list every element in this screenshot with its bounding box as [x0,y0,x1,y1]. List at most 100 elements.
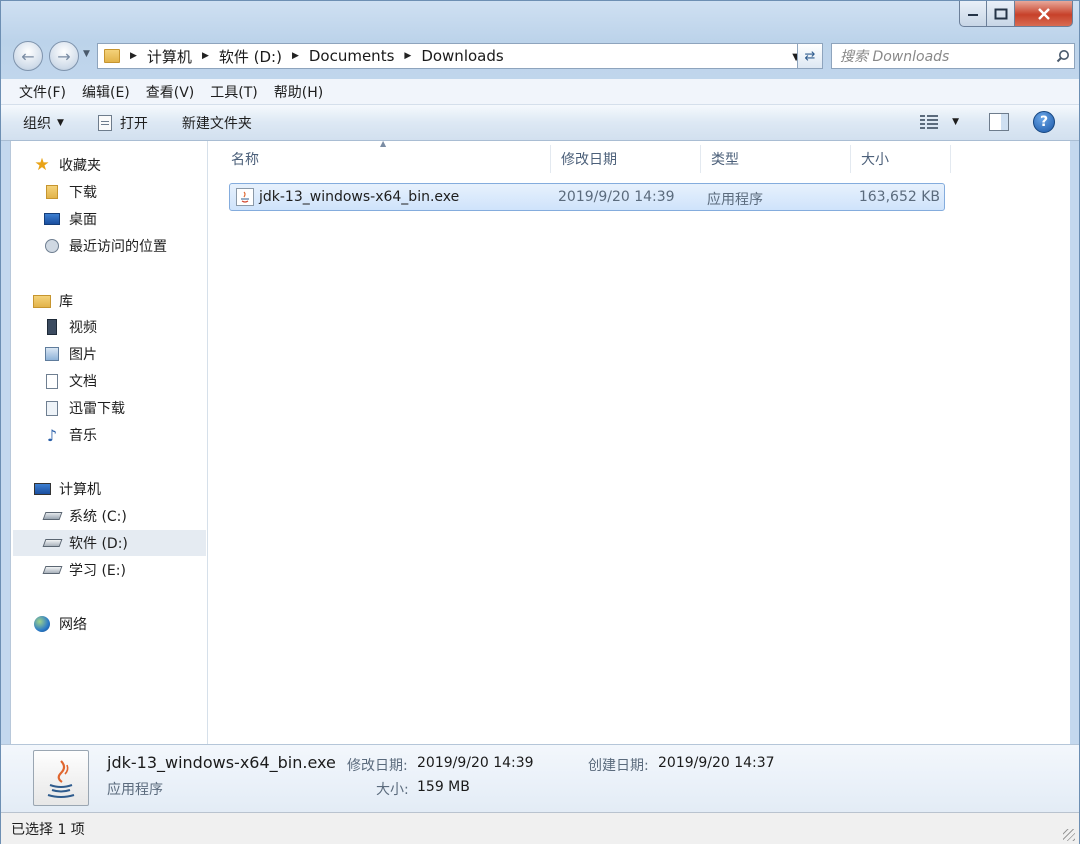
refresh-button[interactable]: ⇄ [797,43,823,69]
menu-help[interactable]: 帮助(H) [266,82,331,102]
sidebar-favorites[interactable]: ★ 收藏夹 [33,152,101,178]
column-label: 名称 [231,152,259,168]
sidebar-label: 软件 (D:) [69,536,128,552]
sidebar-item-pictures[interactable]: 图片 [43,341,97,367]
search-box[interactable]: 搜索 Downloads [831,43,1075,69]
sidebar-label: 网络 [59,617,87,633]
sidebar-label: 桌面 [69,212,97,228]
menu-bar: 文件(F) 编辑(E) 查看(V) 工具(T) 帮助(H) [1,79,1079,105]
sidebar-item-thunder-downloads[interactable]: 迅雷下载 [43,395,125,421]
breadcrumb-separator[interactable]: ▶ [404,51,411,61]
sidebar-item-desktop[interactable]: 桌面 [43,206,97,232]
sidebar-item-downloads[interactable]: 下载 [43,179,97,205]
column-label: 修改日期 [561,152,617,168]
sidebar-label: 计算机 [59,482,101,498]
open-label: 打开 [119,115,148,132]
file-type: 应用程序 [707,192,763,208]
breadcrumb-item[interactable]: Documents [309,47,395,65]
file-size: 163,652 KB [858,189,940,205]
sidebar-item-videos[interactable]: 视频 [43,314,97,340]
maximize-button[interactable] [987,1,1015,27]
organize-button[interactable]: 组织 ▼ [23,113,64,133]
sidebar-label: 视频 [69,320,97,336]
details-pane: jdk-13_windows-x64_bin.exe 应用程序 修改日期: 20… [1,744,1079,812]
view-dropdown-icon[interactable]: ▼ [952,117,959,127]
sidebar-label: 收藏夹 [59,158,101,174]
sidebar-label: 音乐 [69,428,97,444]
breadcrumb-separator[interactable]: ▶ [130,51,137,61]
column-label: 类型 [711,152,739,168]
minimize-icon [968,13,978,16]
details-created-value: 2019/9/20 14:37 [658,755,775,771]
breadcrumb-separator[interactable]: ▶ [292,51,299,61]
video-icon [43,319,61,335]
file-name: jdk-13_windows-x64_bin.exe [259,189,460,205]
sidebar-network[interactable]: 网络 [33,611,87,637]
file-row[interactable]: jdk-13_windows-x64_bin.exe 2019/9/20 14:… [229,183,945,211]
sidebar-label: 最近访问的位置 [69,239,167,255]
drive-icon [42,535,62,551]
sidebar-computer[interactable]: 计算机 [33,476,101,502]
details-modified-value: 2019/9/20 14:39 [417,755,534,771]
details-size-label: 大小: [376,782,409,798]
menu-view[interactable]: 查看(V) [138,82,203,102]
sidebar-label: 文档 [69,374,97,390]
back-button[interactable]: ← [13,41,43,71]
minimize-button[interactable] [959,1,987,27]
folder-icon [43,184,61,200]
sidebar-item-recent[interactable]: 最近访问的位置 [43,233,167,259]
sidebar-item-drive-d[interactable]: 软件 (D:) [13,530,206,556]
forward-arrow-icon: → [57,46,71,66]
view-details-icon[interactable] [920,115,939,129]
address-bar[interactable]: ▶ 计算机 ▶ 软件 (D:) ▶ Documents ▶ Downloads … [97,43,807,69]
sidebar-label: 迅雷下载 [69,401,125,417]
breadcrumb-separator[interactable]: ▶ [202,51,209,61]
desktop-icon [43,211,61,227]
column-size[interactable]: 大小 [851,145,951,173]
java-icon [236,188,254,206]
breadcrumb-item[interactable]: 软件 (D:) [219,46,282,67]
sidebar-libraries[interactable]: 库 [33,288,73,314]
forward-button[interactable]: → [49,41,79,71]
recent-places-icon [43,238,61,254]
sidebar-item-documents[interactable]: 文档 [43,368,97,394]
library-icon [33,293,51,309]
drive-icon [42,562,62,578]
column-label: 大小 [861,152,889,168]
menu-edit[interactable]: 编辑(E) [74,82,138,102]
breadcrumb-item[interactable]: Downloads [421,47,503,65]
system-drive-icon [42,508,62,524]
resize-grip[interactable] [1063,829,1075,841]
sidebar-item-drive-c[interactable]: 系统 (C:) [42,503,127,529]
menu-file[interactable]: 文件(F) [11,82,74,102]
history-dropdown[interactable]: ▼ [83,49,90,59]
column-type[interactable]: 类型 [701,145,851,173]
open-icon [97,114,112,131]
preview-pane-icon[interactable] [989,113,1009,131]
sidebar-label: 学习 (E:) [69,563,126,579]
view-controls: ▼ ? [920,111,1055,133]
command-bar: 组织 ▼ 打开 新建文件夹 ▼ ? [1,105,1079,141]
explorer-window: ← → ▼ ▶ 计算机 ▶ 软件 (D:) ▶ Documents ▶ Down… [0,0,1080,844]
library-folder-icon [43,400,61,416]
documents-icon [43,373,61,389]
search-input[interactable]: 搜索 Downloads [840,46,1052,66]
details-created-label: 创建日期: [588,758,649,774]
breadcrumb-item[interactable]: 计算机 [147,46,192,67]
column-name[interactable]: 名称 [221,145,551,173]
sidebar-item-music[interactable]: ♪ 音乐 [43,422,97,448]
pictures-icon [43,346,61,362]
music-icon: ♪ [46,425,58,445]
details-file-type: 应用程序 [107,782,163,798]
file-modified: 2019/9/20 14:39 [558,189,675,205]
column-modified[interactable]: 修改日期 [551,145,701,173]
file-list: ▲ 名称 修改日期 类型 大小 jdk-13_windows-x64_bin.e… [209,139,1070,744]
sidebar-item-drive-e[interactable]: 学习 (E:) [42,557,126,583]
search-icon[interactable] [1052,49,1074,63]
menu-tools[interactable]: 工具(T) [202,82,265,102]
open-button[interactable]: 打开 [97,113,148,133]
new-folder-button[interactable]: 新建文件夹 [182,113,252,133]
close-button[interactable] [1015,1,1073,27]
help-icon[interactable]: ? [1033,111,1055,133]
navigation-bar: ← → ▼ ▶ 计算机 ▶ 软件 (D:) ▶ Documents ▶ Down… [11,39,1075,71]
